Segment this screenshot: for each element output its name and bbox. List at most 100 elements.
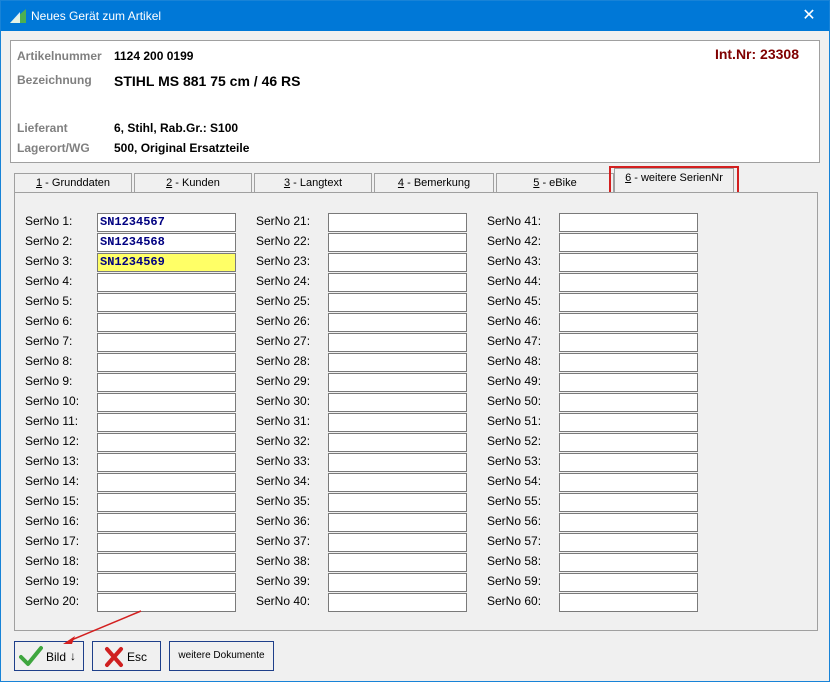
serno-input[interactable]	[559, 393, 698, 412]
close-button[interactable]: ✕	[789, 1, 829, 31]
serno-input[interactable]	[559, 553, 698, 572]
bild-button[interactable]: Bild ↓	[14, 641, 84, 671]
tab-grunddaten[interactable]: 1 - Grunddaten	[14, 173, 132, 193]
serno-label: SerNo 55:	[487, 494, 542, 508]
serno-label: SerNo 51:	[487, 414, 542, 428]
serno-input[interactable]	[559, 533, 698, 552]
serno-label: SerNo 34:	[256, 474, 311, 488]
serno-input[interactable]	[559, 413, 698, 432]
serno-label: SerNo 43:	[487, 254, 542, 268]
tab-bemerkung[interactable]: 4 - Bemerkung	[374, 173, 494, 193]
lieferant-value: 6, Stihl, Rab.Gr.: S100	[114, 121, 239, 135]
lagerort-value: 500, Original Ersatzteile	[114, 141, 250, 155]
serno-input[interactable]	[97, 593, 236, 612]
serno-input[interactable]	[328, 253, 467, 272]
tab-label: - weitere SerienNr	[631, 172, 723, 184]
serno-input[interactable]	[328, 513, 467, 532]
serno-input[interactable]	[97, 493, 236, 512]
serno-input[interactable]	[97, 293, 236, 312]
serno-input[interactable]	[328, 533, 467, 552]
weitere-dokumente-label: weitere Dokumente	[178, 650, 265, 661]
serno-input[interactable]	[97, 353, 236, 372]
serno-input[interactable]	[328, 473, 467, 492]
serno-input[interactable]	[328, 413, 467, 432]
serno-label: SerNo 18:	[25, 554, 80, 568]
serno-input[interactable]	[328, 433, 467, 452]
serno-input[interactable]	[559, 373, 698, 392]
serno-input[interactable]	[328, 293, 467, 312]
serno-input[interactable]	[559, 233, 698, 252]
serno-input[interactable]	[559, 333, 698, 352]
bezeichnung-label: Bezeichnung	[17, 73, 92, 87]
serno-input[interactable]	[97, 393, 236, 412]
serno-input[interactable]	[97, 553, 236, 572]
esc-button[interactable]: Esc	[92, 641, 161, 671]
serno-label: SerNo 9:	[25, 374, 73, 388]
serno-input[interactable]	[559, 213, 698, 232]
tab-label: - Langtext	[290, 177, 343, 189]
window-title: Neues Gerät zum Artikel	[31, 9, 162, 23]
serno-input[interactable]	[97, 413, 236, 432]
serno-input[interactable]	[97, 433, 236, 452]
serno-input[interactable]: SN1234568	[97, 233, 236, 252]
serno-input[interactable]	[97, 453, 236, 472]
serno-input[interactable]	[97, 513, 236, 532]
serno-input[interactable]	[559, 353, 698, 372]
serno-input[interactable]: SN1234569	[97, 253, 236, 272]
serno-input[interactable]	[559, 493, 698, 512]
serno-input[interactable]	[328, 313, 467, 332]
tab-label: - eBike	[539, 177, 577, 189]
bild-label: Bild	[46, 650, 67, 664]
serno-input[interactable]	[328, 453, 467, 472]
serno-input[interactable]	[328, 593, 467, 612]
serno-input[interactable]	[559, 593, 698, 612]
serno-input[interactable]	[559, 433, 698, 452]
serno-input[interactable]	[97, 473, 236, 492]
tab-weitere-seriennr[interactable]: 6 - weitere SerienNr	[614, 168, 734, 192]
tab-langtext[interactable]: 3 - Langtext	[254, 173, 372, 193]
serno-input[interactable]	[97, 333, 236, 352]
serno-input[interactable]	[559, 253, 698, 272]
serno-label: SerNo 26:	[256, 314, 311, 328]
serno-input[interactable]	[559, 273, 698, 292]
serno-input[interactable]	[97, 573, 236, 592]
lieferant-label: Lieferant	[17, 121, 68, 135]
serno-input[interactable]	[97, 533, 236, 552]
serno-input[interactable]	[97, 313, 236, 332]
serno-label: SerNo 36:	[256, 514, 311, 528]
serno-input[interactable]	[328, 353, 467, 372]
tab-kunden[interactable]: 2 - Kunden	[134, 173, 252, 193]
serno-label: SerNo 41:	[487, 214, 542, 228]
serno-input[interactable]	[328, 333, 467, 352]
serno-label: SerNo 14:	[25, 474, 80, 488]
serno-input[interactable]	[328, 273, 467, 292]
serno-input[interactable]	[328, 233, 467, 252]
serno-input[interactable]	[328, 213, 467, 232]
serno-label: SerNo 28:	[256, 354, 311, 368]
serno-input[interactable]	[559, 313, 698, 332]
serno-input[interactable]	[559, 473, 698, 492]
serno-input[interactable]	[328, 573, 467, 592]
weitere-dokumente-button[interactable]: weitere Dokumente	[169, 641, 274, 671]
tab-label: - Kunden	[172, 177, 220, 189]
serno-label: SerNo 35:	[256, 494, 311, 508]
serno-label: SerNo 60:	[487, 594, 542, 608]
serno-input[interactable]	[328, 393, 467, 412]
red-x-icon	[105, 647, 123, 667]
dialog-window: Neues Gerät zum Artikel ✕ Artikelnummer …	[0, 0, 830, 682]
serno-label: SerNo 29:	[256, 374, 311, 388]
serno-input[interactable]	[328, 373, 467, 392]
serno-input[interactable]	[559, 453, 698, 472]
serno-label: SerNo 31:	[256, 414, 311, 428]
tab-ebike[interactable]: 5 - eBike	[496, 173, 614, 193]
serno-input[interactable]	[559, 573, 698, 592]
serno-input[interactable]	[97, 273, 236, 292]
serno-input[interactable]	[559, 293, 698, 312]
serno-label: SerNo 12:	[25, 434, 80, 448]
serno-input[interactable]	[97, 373, 236, 392]
serno-input[interactable]	[328, 493, 467, 512]
serno-label: SerNo 5:	[25, 294, 73, 308]
serno-input[interactable]: SN1234567	[97, 213, 236, 232]
serno-input[interactable]	[559, 513, 698, 532]
serno-input[interactable]	[328, 553, 467, 572]
